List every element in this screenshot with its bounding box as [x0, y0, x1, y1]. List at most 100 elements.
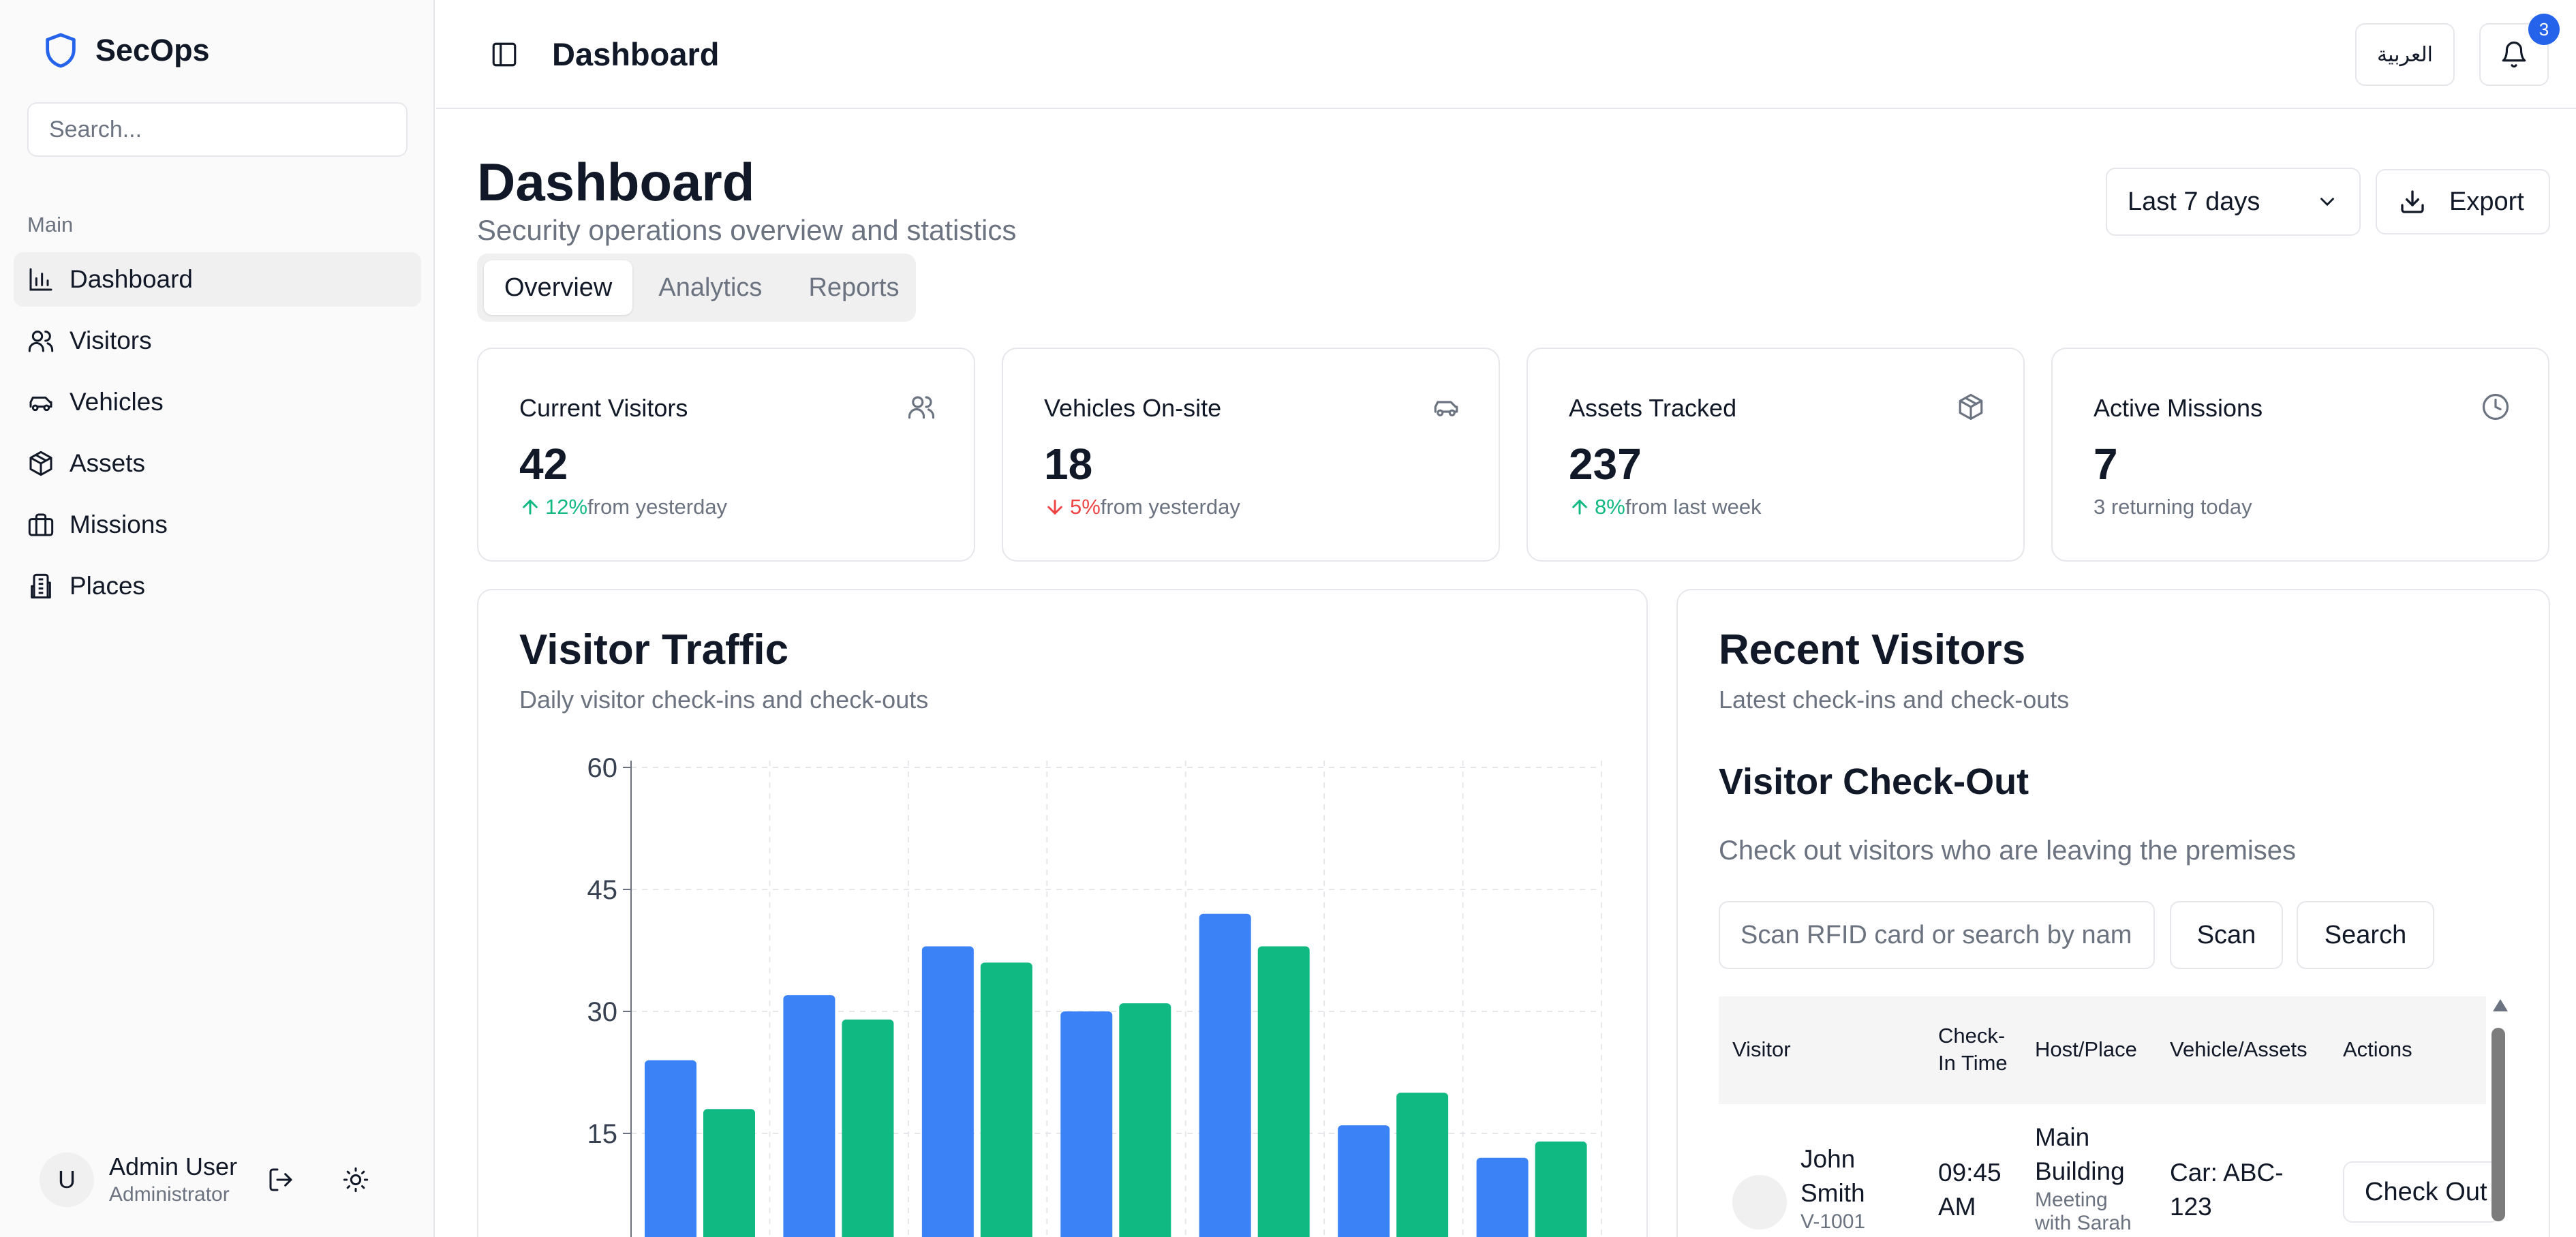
check-out-bar[interactable]	[1119, 1003, 1171, 1237]
scan-button[interactable]: Scan	[2170, 901, 2283, 969]
scroll-up-arrow-icon[interactable]	[2493, 999, 2508, 1011]
sidebar-item-missions[interactable]: Missions	[14, 498, 421, 552]
arrow-up-icon	[1569, 496, 1591, 518]
check-in-bar[interactable]	[783, 995, 835, 1237]
topbar-title: Dashboard	[552, 36, 720, 72]
page-subtitle: Security operations overview and statist…	[477, 214, 1017, 246]
package-icon	[27, 450, 55, 477]
logout-button[interactable]	[260, 1159, 301, 1200]
scrollbar-thumb[interactable]	[2491, 1028, 2505, 1221]
sidebar-search-input[interactable]	[27, 102, 408, 157]
stat-trend-percent: 12%	[545, 495, 588, 519]
check-out-bar[interactable]	[1535, 1141, 1587, 1237]
traffic-subtitle: Daily visitor check-ins and check-outs	[519, 686, 929, 714]
stat-card-visitors: Current Visitors 42 12% from yesterday	[477, 348, 975, 562]
stat-trend-suffix: 3 returning today	[2094, 495, 2252, 519]
checkout-title: Visitor Check-Out	[1719, 761, 2029, 802]
export-button[interactable]: Export	[2376, 169, 2550, 234]
table-header: Visitor Check-In Time Host/Place Vehicle…	[1719, 996, 2486, 1104]
stat-trend-suffix: from yesterday	[587, 495, 728, 519]
user-panel: U Admin User Administrator	[40, 1152, 394, 1208]
host-place: Main Building	[2035, 1123, 2125, 1185]
briefcase-icon	[27, 511, 55, 538]
sidebar: SecOps Main Dashboard Visitors Vehicles	[0, 0, 435, 1237]
column-header-visitor: Visitor	[1732, 1037, 1791, 1061]
sidebar-item-label: Places	[70, 572, 146, 600]
stat-trend-percent: 5%	[1070, 495, 1101, 519]
sidebar-section-label: Main	[27, 213, 74, 236]
check-in-bar[interactable]	[1199, 913, 1251, 1237]
stat-trend: 8% from last week	[1569, 495, 1762, 519]
table-scrollbar[interactable]	[2489, 996, 2511, 1237]
stat-value: 18	[1044, 440, 1093, 489]
panel-left-icon	[492, 42, 517, 67]
stat-value: 237	[1569, 440, 1642, 489]
checkout-subtitle: Check out visitors who are leaving the p…	[1719, 836, 2297, 866]
rfid-search-input[interactable]	[1719, 901, 2155, 969]
bell-icon	[2502, 42, 2526, 68]
stat-card-missions: Active Missions 7 3 returning today	[2051, 348, 2549, 562]
check-in-bar[interactable]	[1338, 1125, 1390, 1237]
visitor-avatar	[1732, 1175, 1787, 1230]
search-button[interactable]: Search	[2297, 901, 2434, 969]
sidebar-item-label: Assets	[70, 449, 146, 477]
stat-card-assets: Assets Tracked 237 8% from last week	[1527, 348, 2025, 562]
sidebar-nav: Dashboard Visitors Vehicles Assets Missi…	[14, 252, 421, 620]
arrow-up-icon	[519, 496, 541, 518]
theme-toggle-button[interactable]	[335, 1159, 376, 1200]
check-out-bar[interactable]	[842, 1019, 894, 1237]
stat-trend-suffix: from yesterday	[1100, 495, 1240, 519]
user-name: Admin User	[109, 1152, 238, 1180]
recent-subtitle: Latest check-ins and check-outs	[1719, 686, 2070, 714]
package-icon	[1957, 393, 1985, 425]
sidebar-item-dashboard[interactable]: Dashboard	[14, 252, 421, 307]
stat-label: Current Visitors	[519, 394, 688, 422]
language-button[interactable]: العربية	[2355, 23, 2455, 86]
sidebar-item-visitors[interactable]: Visitors	[14, 314, 421, 368]
brand[interactable]: SecOps	[41, 30, 210, 71]
recent-title: Recent Visitors	[1719, 626, 2026, 673]
user-meta: Admin User Administrator	[109, 1152, 237, 1208]
car-icon	[27, 388, 55, 416]
check-out-bar[interactable]	[703, 1109, 755, 1237]
check-out-bar[interactable]	[980, 962, 1032, 1237]
stat-trend-suffix: from last week	[1625, 495, 1762, 519]
tab-analytics[interactable]: Analytics	[638, 260, 782, 315]
sidebar-item-assets[interactable]: Assets	[14, 436, 421, 491]
check-in-bar[interactable]	[1476, 1157, 1529, 1237]
stat-trend: 12% from yesterday	[519, 495, 727, 519]
sidebar-item-places[interactable]: Places	[14, 559, 421, 613]
check-in-bar[interactable]	[921, 946, 974, 1237]
y-tick-label: 60	[587, 753, 618, 783]
tab-reports[interactable]: Reports	[788, 260, 919, 315]
logout-icon	[269, 1168, 292, 1191]
check-out-bar[interactable]	[1396, 1093, 1449, 1237]
users-icon	[27, 327, 55, 354]
shield-icon	[41, 30, 80, 71]
car-icon	[1432, 393, 1460, 425]
sidebar-item-vehicles[interactable]: Vehicles	[14, 375, 421, 429]
stat-label: Vehicles On-site	[1044, 394, 1222, 422]
check-out-bar[interactable]	[1257, 946, 1310, 1237]
column-header-checkin: Check-In Time	[1938, 1024, 2008, 1075]
stat-card-vehicles: Vehicles On-site 18 5% from yesterday	[1002, 348, 1500, 562]
sidebar-toggle-button[interactable]	[484, 34, 525, 75]
topbar: Dashboard العربية 3	[436, 0, 2576, 109]
avatar[interactable]: U	[40, 1152, 94, 1207]
check-in-bar[interactable]	[1060, 1011, 1113, 1237]
visitor-traffic-panel: 15 30 45 60 Visitor Traffic Daily visitor c…	[477, 589, 1648, 1237]
check-out-button[interactable]: Check Out	[2343, 1161, 2500, 1223]
stat-trend-percent: 8%	[1595, 495, 1625, 519]
tab-overview[interactable]: Overview	[484, 260, 633, 315]
visitor-name: John Smith	[1800, 1145, 1865, 1207]
date-range-select[interactable]: Last 7 days	[2106, 168, 2361, 236]
visitor-id: V-1001	[1800, 1210, 1866, 1233]
sun-icon	[343, 1167, 369, 1193]
bar-chart-icon	[27, 266, 55, 293]
stat-label: Assets Tracked	[1569, 394, 1737, 422]
chevron-down-icon	[2320, 198, 2334, 207]
check-in-bar[interactable]	[645, 1060, 696, 1237]
users-icon	[907, 393, 936, 425]
traffic-title: Visitor Traffic	[519, 626, 789, 673]
stat-label: Active Missions	[2094, 394, 2263, 422]
